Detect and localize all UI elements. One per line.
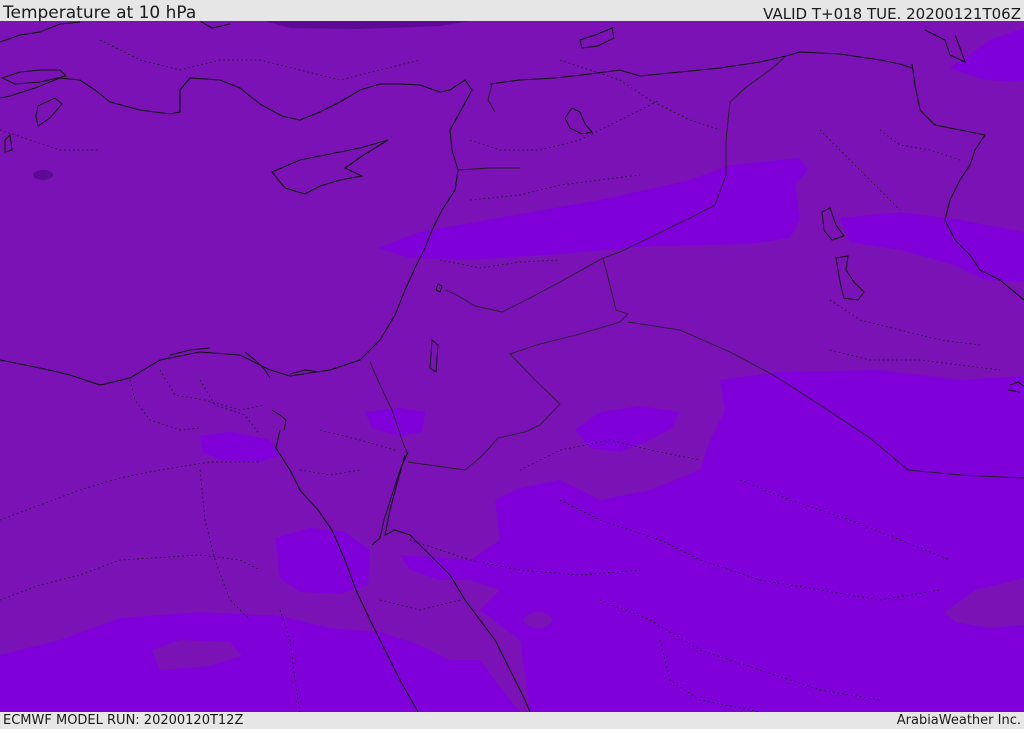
footer-bar: ECMWF MODEL RUN: 20200120T12Z ArabiaWeat… [0,712,1024,729]
temperature-spot-light [524,612,552,628]
credit-label: ArabiaWeather Inc. [896,713,1021,728]
map-title: Temperature at 10 hPa [3,3,197,23]
map-svg [0,21,1024,712]
temperature-spot-dark [33,170,53,180]
header-bar: Temperature at 10 hPa VALID T+018 TUE. 2… [0,0,1024,23]
model-run-label: ECMWF MODEL RUN: 20200120T12Z [3,713,244,728]
lake-dead-sea [429,338,439,373]
map-canvas[interactable] [0,21,1024,712]
